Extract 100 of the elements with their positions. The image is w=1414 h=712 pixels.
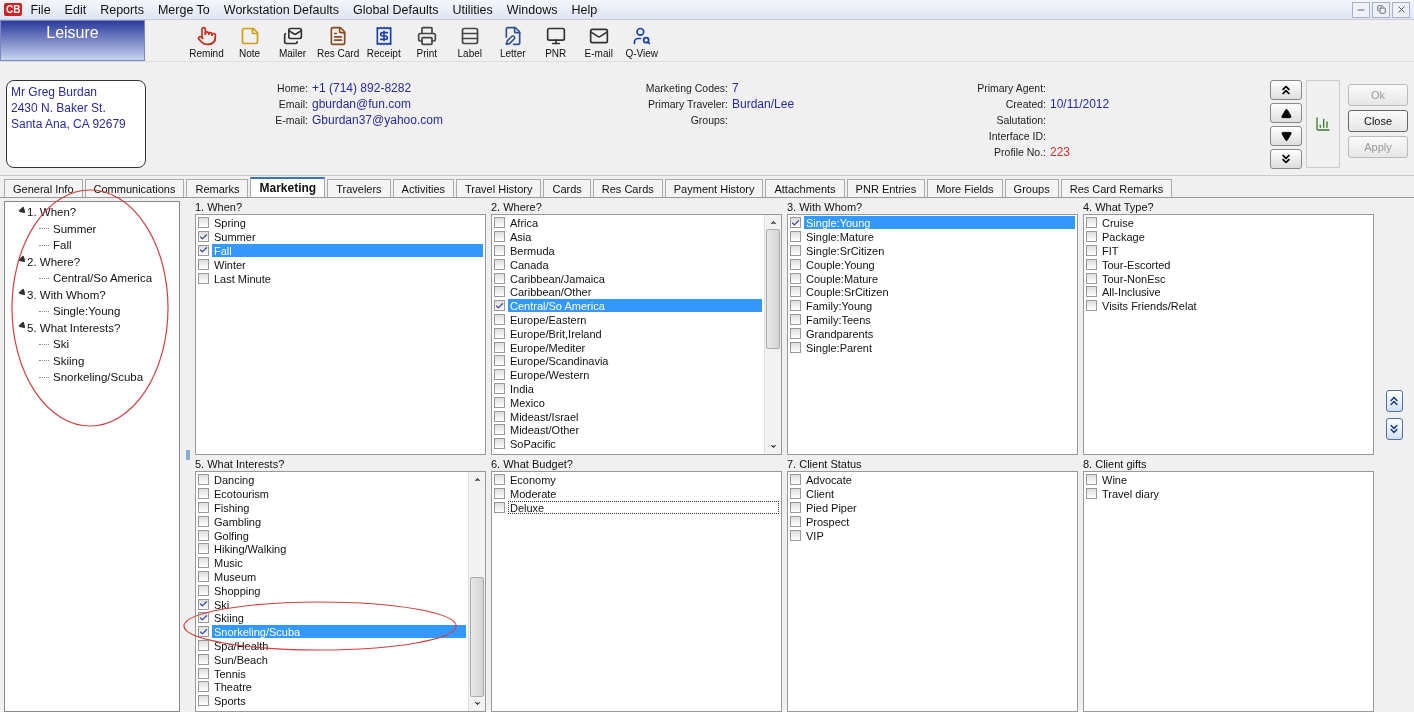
checkbox[interactable] (1086, 286, 1097, 298)
list-item[interactable]: Europe/Western (508, 368, 762, 382)
checkbox[interactable] (790, 341, 801, 353)
checkbox[interactable] (790, 313, 801, 325)
list-item[interactable]: Sports (212, 694, 466, 708)
checkbox[interactable] (790, 231, 801, 243)
menu-item[interactable]: Reports (100, 2, 144, 17)
tree-item[interactable]: Fall (53, 239, 72, 252)
tab[interactable]: More Fields (927, 179, 1003, 197)
tree-item[interactable]: Central/So America (53, 272, 153, 285)
list-item[interactable]: Tour-NonEsc (1100, 271, 1371, 285)
tab[interactable]: Payment History (664, 179, 764, 197)
checkbox[interactable] (790, 245, 801, 256)
list-item[interactable]: Theatre (212, 680, 466, 694)
toolbar-button[interactable]: Q-View (620, 26, 664, 59)
toolbar-button[interactable]: Label (448, 26, 492, 59)
checkbox[interactable] (494, 286, 505, 298)
tree-item[interactable]: 5. What Interests? (27, 321, 121, 334)
list-item[interactable]: Mideast/Other (508, 423, 762, 437)
checkbox[interactable] (1086, 488, 1097, 500)
checkbox[interactable] (198, 584, 209, 596)
checkbox[interactable] (494, 327, 505, 339)
list-item[interactable]: Single:Parent (804, 340, 1075, 354)
scrollbar[interactable] (764, 215, 781, 454)
list-item[interactable]: Europe/Brit,Ireland (508, 326, 762, 340)
toolbar-button[interactable]: Res Card (314, 26, 363, 59)
list-item[interactable]: Mideast/Israel (508, 409, 762, 423)
checkbox[interactable] (1086, 300, 1097, 312)
checkbox[interactable] (790, 327, 801, 339)
toolbar-button[interactable]: Remind (185, 26, 228, 59)
list-item[interactable]: Europe/Scandinavia (508, 354, 762, 368)
checkbox[interactable] (790, 300, 801, 312)
checkbox[interactable] (1086, 258, 1097, 270)
toolbar-button[interactable]: Receipt (362, 26, 406, 59)
scroll-up-icon[interactable] (472, 475, 482, 484)
tab[interactable]: Remarks (186, 179, 249, 197)
checkbox[interactable] (790, 488, 801, 500)
list-item[interactable]: Shopping (212, 583, 466, 597)
splitter-handle[interactable] (185, 450, 190, 460)
list-item[interactable]: Client (804, 487, 1075, 501)
list-item[interactable]: Single:Mature (804, 230, 1075, 244)
list-item[interactable]: Advocate (804, 473, 1075, 487)
checkbox[interactable] (198, 529, 209, 541)
tab[interactable]: Travelers (327, 179, 391, 197)
checkbox[interactable] (198, 245, 209, 256)
tree-item[interactable]: Ski (53, 338, 69, 351)
checkbox[interactable] (198, 515, 209, 527)
checkbox[interactable] (494, 313, 505, 325)
list-item[interactable]: Golfing (212, 528, 466, 542)
list-item[interactable]: Asia (508, 230, 762, 244)
checkbox[interactable] (494, 245, 505, 256)
chart-icon[interactable] (1315, 116, 1331, 132)
checkbox[interactable] (198, 695, 209, 707)
checkbox[interactable] (198, 598, 209, 610)
checkbox[interactable] (198, 667, 209, 679)
list-item[interactable]: Tennis (212, 666, 466, 680)
list-item[interactable]: Winter (212, 257, 483, 271)
list-item[interactable]: Ski (212, 597, 466, 611)
dialog-button[interactable]: Close (1348, 110, 1408, 132)
scrollbar[interactable] (468, 472, 485, 711)
tree-item[interactable]: Summer (53, 222, 97, 235)
list-item[interactable]: India (508, 381, 762, 395)
list-item[interactable]: Skiing (212, 611, 466, 625)
list-item[interactable]: Gambling (212, 514, 466, 528)
toolbar-button[interactable]: E-mail (577, 26, 621, 59)
checkbox[interactable] (790, 515, 801, 527)
tab[interactable]: General Info (4, 179, 83, 197)
checkbox[interactable] (198, 231, 209, 243)
list-item[interactable]: Wine (1100, 473, 1371, 487)
menu-item[interactable]: File (30, 2, 51, 17)
scroll-down-icon[interactable] (768, 442, 778, 451)
checkbox[interactable] (198, 474, 209, 486)
tab[interactable]: Res Cards (592, 179, 663, 197)
list-item[interactable]: Fishing (212, 501, 466, 514)
scroll-up-icon[interactable] (768, 218, 778, 227)
list-item[interactable]: Caribbean/Jamaica (508, 271, 762, 285)
list-item[interactable]: Couple:SrCitizen (804, 285, 1075, 299)
checkbox[interactable] (790, 258, 801, 270)
list-item[interactable]: Moderate (508, 487, 779, 501)
tab[interactable]: Cards (543, 179, 591, 197)
list-item[interactable]: VIP (804, 528, 1075, 542)
menu-item[interactable]: Help (571, 2, 598, 17)
list-item[interactable]: Museum (212, 569, 466, 583)
toolbar-button[interactable]: Print (405, 26, 449, 59)
checkbox[interactable] (494, 341, 505, 353)
toolbar-button[interactable]: Letter (491, 26, 535, 59)
checkbox[interactable] (494, 410, 505, 422)
first-record-button[interactable] (1270, 80, 1302, 100)
tab[interactable]: Travel History (456, 179, 542, 197)
menu-item[interactable]: Utilities (452, 2, 493, 17)
checkbox[interactable] (494, 272, 505, 284)
menu-item[interactable]: Global Defaults (352, 2, 439, 17)
list-item[interactable]: Bermuda (508, 244, 762, 257)
checkbox[interactable] (790, 502, 801, 513)
checkbox[interactable] (198, 543, 209, 555)
list-item[interactable]: Caribbean/Other (508, 285, 762, 299)
list-item[interactable]: Africa (508, 216, 762, 230)
list-item[interactable]: Travel diary (1100, 487, 1371, 501)
checkbox[interactable] (494, 231, 505, 243)
checkbox[interactable] (198, 258, 209, 270)
